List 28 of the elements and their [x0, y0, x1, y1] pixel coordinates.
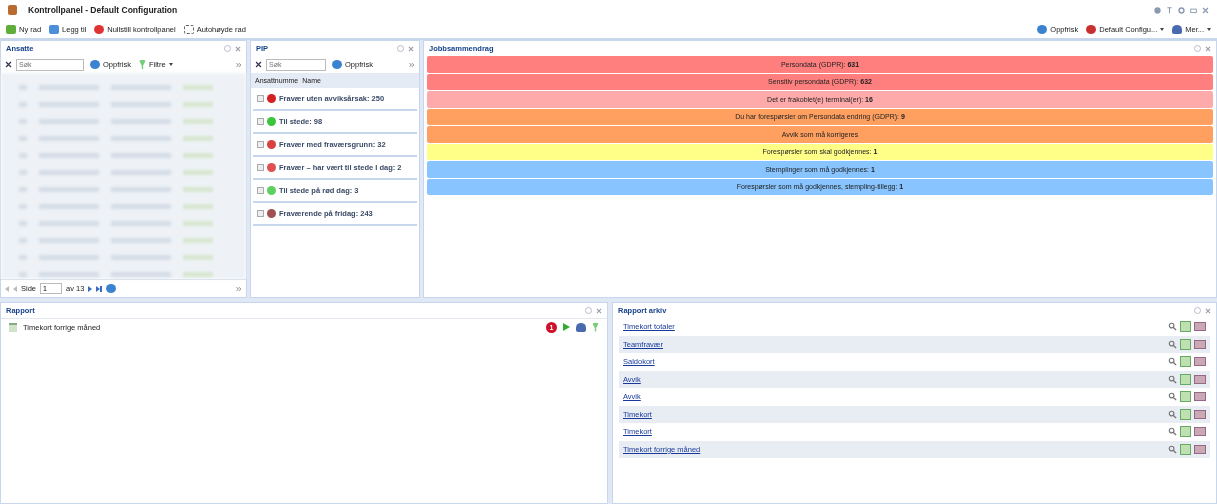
close-icon[interactable] — [1205, 307, 1211, 314]
expand-icon[interactable] — [257, 210, 264, 217]
close-icon[interactable] — [596, 307, 602, 314]
last-page-icon[interactable] — [96, 285, 101, 292]
close-icon[interactable] — [1205, 45, 1211, 52]
close-icon[interactable] — [235, 45, 241, 52]
close-icon[interactable] — [1202, 6, 1209, 14]
expand-icon[interactable] — [257, 164, 264, 171]
previous-page-icon[interactable] — [13, 285, 17, 292]
expand-icon[interactable] — [257, 187, 264, 194]
play-icon[interactable] — [563, 323, 570, 331]
window-title: Kontrollpanel - Default Configuration — [28, 5, 178, 15]
expand-icon[interactable] — [257, 118, 264, 125]
expand-icon[interactable] — [257, 141, 264, 148]
pin-icon[interactable] — [1166, 6, 1173, 14]
clear-icon[interactable] — [5, 61, 12, 68]
overflow-icon[interactable] — [236, 61, 242, 68]
expand-icon[interactable] — [257, 95, 264, 102]
overflow-icon[interactable] — [236, 285, 242, 292]
next-page-icon[interactable] — [88, 285, 93, 292]
filter-icon[interactable] — [592, 322, 599, 332]
clear-icon[interactable] — [255, 61, 262, 68]
close-icon[interactable] — [408, 45, 414, 52]
first-page-icon[interactable] — [5, 285, 9, 292]
refresh-icon[interactable] — [106, 284, 117, 293]
overflow-icon[interactable] — [409, 61, 415, 68]
report-icon — [9, 322, 17, 332]
app-logo-icon — [8, 5, 17, 15]
